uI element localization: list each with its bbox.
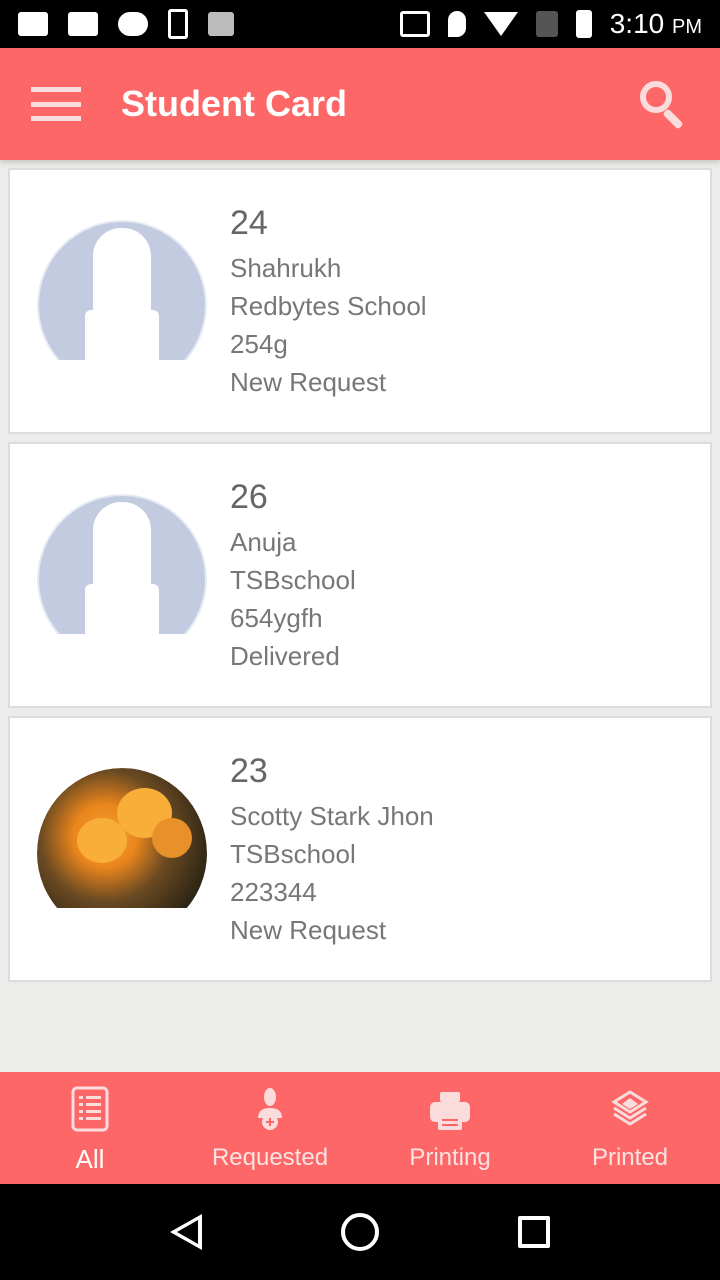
student-status: New Request	[230, 915, 387, 945]
student-school: TSBschool	[230, 565, 356, 595]
student-code: 654ygfh	[230, 603, 323, 633]
bottom-nav: All Requested Printing Printed	[0, 1072, 720, 1184]
printer-icon	[428, 1086, 472, 1132]
tab-label: Requested	[211, 1144, 329, 1171]
tab-label: Printed	[591, 1144, 669, 1171]
video-icon	[68, 12, 98, 36]
back-icon[interactable]	[169, 1214, 202, 1250]
layers-icon	[608, 1086, 652, 1132]
student-code: 223344	[230, 877, 317, 907]
search-icon[interactable]	[638, 79, 688, 130]
cloud-icon	[118, 12, 148, 36]
n-icon	[208, 12, 234, 36]
avatar	[37, 768, 207, 908]
student-code: 254g	[230, 329, 288, 359]
location-icon	[447, 11, 466, 37]
recents-icon[interactable]	[518, 1216, 551, 1248]
no-signal-icon	[535, 11, 558, 37]
student-status: Delivered	[230, 641, 340, 671]
app-bar: Student Card	[0, 48, 720, 160]
tab-label: Printing	[409, 1144, 491, 1171]
student-name: Scotty Stark Jhon	[230, 801, 434, 831]
student-school: Redbytes School	[230, 291, 427, 321]
battery-charging-icon	[575, 10, 592, 38]
student-card[interactable]: 26 Anuja TSBschool 654ygfh Delivered	[8, 442, 712, 708]
video-icon	[18, 12, 48, 36]
tab-label: All	[75, 1144, 105, 1174]
home-icon[interactable]	[340, 1213, 379, 1251]
student-school: TSBschool	[230, 839, 356, 869]
tab-printed[interactable]: Printed	[540, 1072, 720, 1184]
hamburger-menu-icon[interactable]	[31, 87, 81, 121]
student-id: 26	[230, 478, 268, 516]
tab-requested[interactable]: Requested	[180, 1072, 360, 1184]
clock: 3:10 PM	[609, 8, 702, 39]
student-card[interactable]: 24 Shahrukh Redbytes School 254g New Req…	[8, 168, 712, 434]
cast-icon	[399, 11, 430, 37]
student-name: Anuja	[230, 527, 297, 557]
student-status: New Request	[230, 367, 387, 397]
list-icon	[68, 1086, 112, 1132]
student-card[interactable]: 23 Scotty Stark Jhon TSBschool 223344 Ne…	[8, 716, 712, 982]
student-name: Shahrukh	[230, 253, 342, 283]
student-id: 23	[230, 752, 268, 790]
phone-sync-icon	[168, 9, 188, 39]
page-title: Student Card	[121, 83, 348, 124]
tab-printing[interactable]: Printing	[360, 1072, 540, 1184]
status-bar: 3:10 PM	[0, 0, 720, 48]
avatar	[37, 494, 207, 634]
user-add-icon	[248, 1086, 292, 1132]
tab-all[interactable]: All	[0, 1072, 180, 1184]
avatar	[37, 220, 207, 360]
student-id: 24	[230, 204, 268, 242]
wifi-icon	[483, 12, 518, 36]
student-list: 24 Shahrukh Redbytes School 254g New Req…	[8, 168, 712, 990]
system-nav-bar	[0, 1184, 720, 1280]
